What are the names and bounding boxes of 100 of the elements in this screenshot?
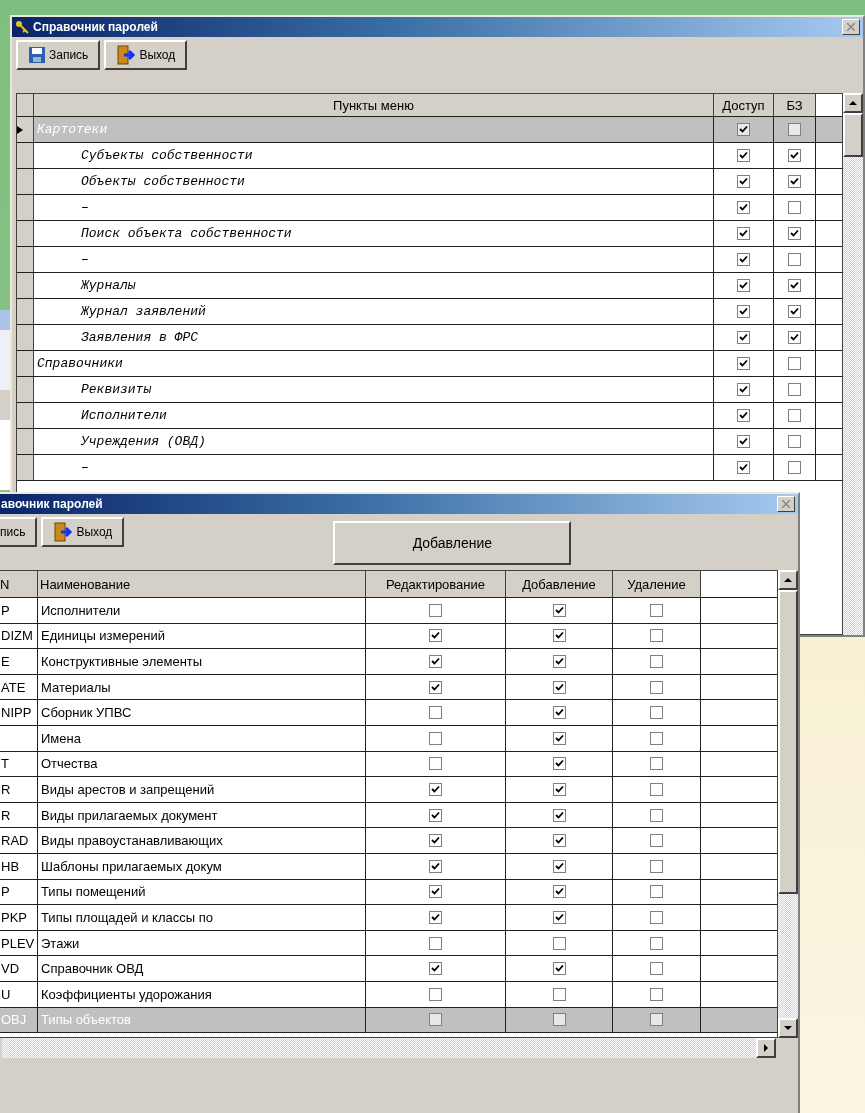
checkbox[interactable] xyxy=(788,409,801,422)
row-header-cell[interactable] xyxy=(17,429,34,454)
menu-item[interactable]: Учреждения (ОВД) xyxy=(34,429,714,454)
checkbox[interactable] xyxy=(650,731,663,745)
checkbox[interactable] xyxy=(737,305,750,318)
name-cell[interactable]: Исполнители xyxy=(38,598,366,623)
checkbox[interactable] xyxy=(429,962,442,976)
name-cell[interactable]: Конструктивные элементы xyxy=(38,649,366,674)
checkbox[interactable] xyxy=(788,149,801,162)
checkbox[interactable] xyxy=(650,603,663,617)
checkbox[interactable] xyxy=(429,706,442,720)
name-cell[interactable]: Этажи xyxy=(38,930,366,956)
checkbox[interactable] xyxy=(788,331,801,344)
menu-item[interactable]: Объекты собственности xyxy=(34,169,714,194)
checkbox[interactable] xyxy=(429,859,442,873)
name-cell[interactable]: Виды прилагаемых документ xyxy=(38,802,366,828)
name-cell[interactable]: Типы помещений xyxy=(38,879,366,905)
menu-item[interactable]: – xyxy=(34,455,714,480)
name-cell[interactable]: Типы площадей и классы по xyxy=(38,905,366,930)
checkbox[interactable] xyxy=(429,757,442,771)
checkbox[interactable] xyxy=(650,706,663,720)
checkbox[interactable] xyxy=(429,834,442,848)
row-header-cell[interactable] xyxy=(17,247,34,272)
checkbox[interactable] xyxy=(429,808,442,822)
checkbox[interactable] xyxy=(650,834,663,848)
checkbox[interactable] xyxy=(650,936,663,950)
checkbox[interactable] xyxy=(429,936,442,950)
checkbox[interactable] xyxy=(650,757,663,771)
checkbox[interactable] xyxy=(429,655,442,668)
checkbox[interactable] xyxy=(552,757,566,771)
row-header-cell[interactable] xyxy=(17,195,34,220)
row-header-cell[interactable] xyxy=(17,221,34,246)
checkbox[interactable] xyxy=(552,962,566,976)
checkbox[interactable] xyxy=(737,435,750,448)
name-cell[interactable]: Сборник УПВС xyxy=(38,700,366,725)
checkbox[interactable] xyxy=(737,149,750,162)
menu-item[interactable]: – xyxy=(34,247,714,272)
checkbox[interactable] xyxy=(788,357,801,370)
checkbox[interactable] xyxy=(650,962,663,976)
name-cell[interactable]: Шаблоны прилагаемых докум xyxy=(38,853,366,879)
checkbox[interactable] xyxy=(737,383,750,396)
row-header-cell[interactable] xyxy=(17,325,34,350)
name-cell[interactable]: Коэффициенты удорожания xyxy=(38,981,366,1007)
row-header-cell[interactable] xyxy=(17,273,34,298)
checkbox[interactable] xyxy=(429,731,442,745)
row-header-cell[interactable] xyxy=(17,143,34,168)
menu-item[interactable]: – xyxy=(34,195,714,220)
name-cell[interactable]: Материалы xyxy=(38,674,366,700)
scrollbar[interactable] xyxy=(778,570,798,1038)
close-button[interactable] xyxy=(842,19,860,35)
checkbox[interactable] xyxy=(552,603,566,617)
menu-item[interactable]: Журнал заявлений xyxy=(34,299,714,324)
row-header-cell[interactable] xyxy=(17,377,34,402)
name-cell[interactable]: Виды правоустанавливающих xyxy=(38,828,366,853)
checkbox[interactable] xyxy=(552,987,566,1001)
exit-button[interactable]: Выход xyxy=(104,40,188,70)
row-header-cell[interactable] xyxy=(17,299,34,324)
checkbox[interactable] xyxy=(737,331,750,344)
checkbox[interactable] xyxy=(650,859,663,873)
checkbox[interactable] xyxy=(429,910,442,924)
checkbox[interactable] xyxy=(552,680,566,694)
checkbox[interactable] xyxy=(429,987,442,1001)
row-header-cell[interactable] xyxy=(17,455,34,480)
checkbox[interactable] xyxy=(737,175,750,188)
name-cell[interactable]: Единицы измерений xyxy=(38,623,366,649)
checkbox[interactable] xyxy=(737,253,750,266)
checkbox[interactable] xyxy=(788,305,801,318)
checkbox[interactable] xyxy=(650,782,663,796)
checkbox[interactable] xyxy=(650,987,663,1001)
checkbox[interactable] xyxy=(552,885,566,899)
checkbox[interactable] xyxy=(429,1013,442,1027)
checkbox[interactable] xyxy=(429,885,442,899)
menu-item[interactable]: Исполнители xyxy=(34,403,714,428)
scroll-thumb[interactable] xyxy=(843,113,863,157)
checkbox[interactable] xyxy=(650,629,663,643)
save-button[interactable]: Запись xyxy=(16,40,101,70)
checkbox[interactable] xyxy=(737,409,750,422)
checkbox[interactable] xyxy=(552,655,566,668)
row-header-cell[interactable] xyxy=(17,169,34,194)
checkbox[interactable] xyxy=(788,253,801,266)
checkbox[interactable] xyxy=(737,227,750,240)
menu-item[interactable]: Поиск объекта собственности xyxy=(34,221,714,246)
checkbox[interactable] xyxy=(552,782,566,796)
checkbox[interactable] xyxy=(552,1013,566,1027)
row-header-cell[interactable] xyxy=(17,403,34,428)
checkbox[interactable] xyxy=(788,227,801,240)
checkbox[interactable] xyxy=(552,936,566,950)
checkbox[interactable] xyxy=(552,731,566,745)
checkbox[interactable] xyxy=(650,1013,663,1027)
scrollbar[interactable] xyxy=(2,1038,776,1058)
checkbox[interactable] xyxy=(788,383,801,396)
checkbox[interactable] xyxy=(737,357,750,370)
checkbox[interactable] xyxy=(429,603,442,617)
menu-item[interactable]: Справочники xyxy=(34,351,714,376)
menu-item[interactable]: Субъекты собственности xyxy=(34,143,714,168)
checkbox[interactable] xyxy=(552,834,566,848)
checkbox[interactable] xyxy=(788,175,801,188)
checkbox[interactable] xyxy=(737,123,750,136)
checkbox[interactable] xyxy=(429,782,442,796)
checkbox[interactable] xyxy=(788,435,801,448)
